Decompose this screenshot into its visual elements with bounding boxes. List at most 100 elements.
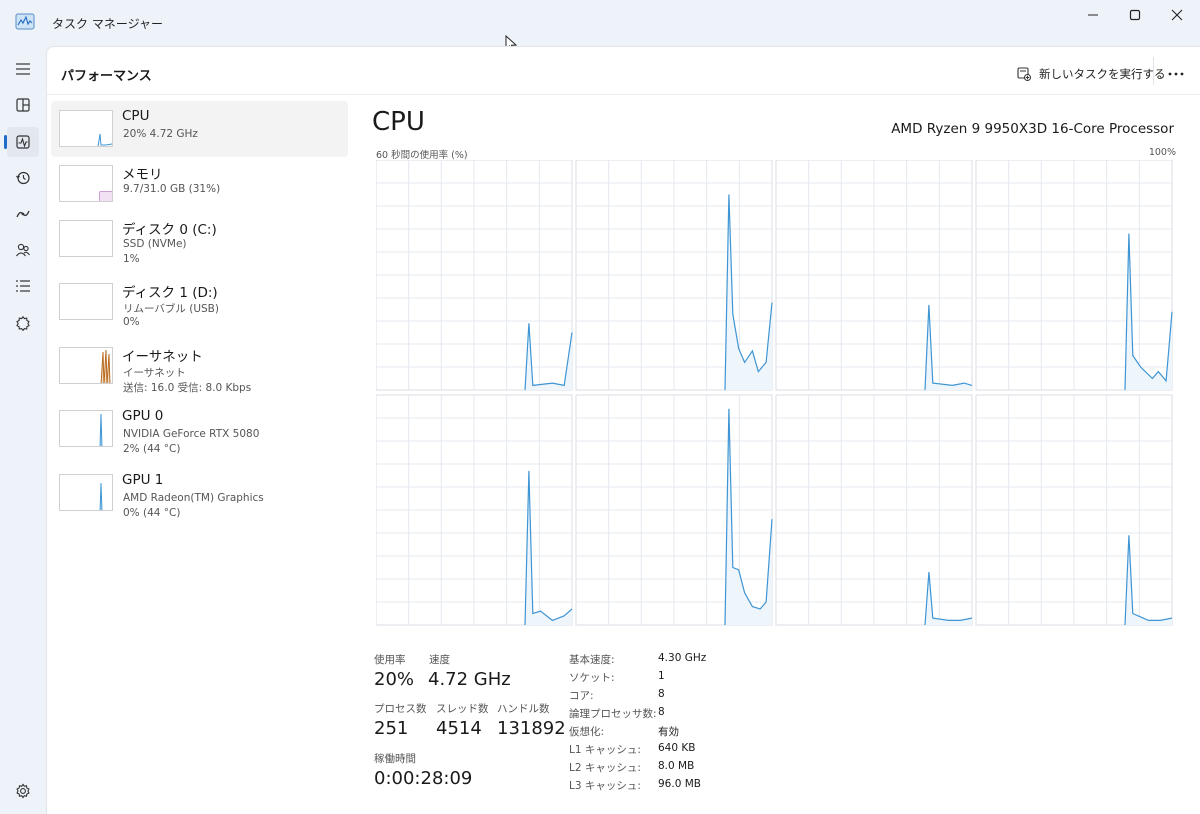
usage-label: 使用率	[374, 654, 406, 666]
minimize-icon	[1088, 14, 1098, 16]
maximize-button[interactable]	[1114, 0, 1156, 30]
nav-startup-apps[interactable]	[7, 199, 39, 229]
spec-value-sockets: 1	[658, 670, 665, 682]
main-content-panel: パフォーマンス 新しいタスクを実行する CPU 20% 4.72 GHz メモリ	[46, 46, 1200, 814]
title-bar[interactable]: タスク マネージャー	[0, 0, 1200, 53]
device-detail: AMD Radeon(TM) Graphics	[123, 492, 264, 504]
spec-value-virtualization: 有効	[658, 726, 679, 738]
maximize-icon	[1129, 9, 1141, 21]
spec-label-logical-processors: 論理プロセッサ数:	[569, 708, 657, 720]
device-thumbnail-disk0	[59, 220, 113, 257]
spec-label-cores: コア:	[569, 690, 594, 702]
cpu-core-graph	[975, 160, 1173, 391]
page-title: パフォーマンス	[61, 69, 152, 84]
uptime-value: 0:00:28:09	[374, 768, 473, 789]
usage-value: 20%	[374, 669, 415, 690]
device-usage: 0% (44 °C)	[123, 507, 181, 519]
cpu-core-graph	[376, 160, 573, 391]
details-icon	[16, 280, 30, 292]
device-name: GPU 0	[122, 408, 164, 424]
spec-label-sockets: ソケット:	[569, 672, 615, 684]
run-task-icon	[1017, 67, 1031, 81]
cpu-core-graphs	[376, 160, 1173, 626]
spec-label-l2-cache: L2 キャッシュ:	[569, 762, 641, 774]
users-icon	[16, 243, 30, 257]
cpu-core-graph	[775, 394, 973, 626]
handles-value: 131892	[497, 718, 566, 739]
settings-gear-icon	[16, 783, 30, 799]
spec-label-l1-cache: L1 キャッシュ:	[569, 744, 641, 756]
speed-label: 速度	[429, 654, 450, 666]
nav-performance[interactable]	[4, 127, 39, 157]
cpu-core-graph	[575, 394, 773, 626]
spec-value-cores: 8	[658, 688, 665, 700]
cpu-core-graph	[575, 160, 773, 391]
device-item-gpu1[interactable]: GPU 1 AMD Radeon(TM) Graphics 0% (44 °C)	[51, 465, 348, 521]
header-divider	[1153, 57, 1154, 85]
close-icon	[1171, 9, 1183, 21]
cpu-core-graph	[775, 160, 973, 391]
threads-value: 4514	[436, 718, 482, 739]
device-usage: 送信: 16.0 受信: 8.0 Kbps	[123, 382, 252, 394]
handles-label: ハンドル数	[497, 703, 550, 715]
spec-value-l3-cache: 96.0 MB	[658, 778, 701, 790]
spec-label-virtualization: 仮想化:	[569, 726, 605, 738]
startup-apps-icon	[16, 210, 30, 218]
device-name: ディスク 0 (C:)	[122, 222, 217, 238]
device-detail: リムーバブル (USB)	[123, 303, 219, 315]
device-usage: 1%	[123, 253, 140, 265]
more-options-button[interactable]	[1161, 61, 1191, 87]
device-detail: SSD (NVMe)	[123, 238, 187, 250]
close-button[interactable]	[1156, 0, 1198, 30]
minimize-button[interactable]	[1072, 0, 1114, 30]
uptime-label: 稼働時間	[374, 753, 416, 765]
nav-services[interactable]	[7, 308, 39, 338]
speed-value: 4.72 GHz	[428, 669, 511, 690]
hamburger-menu-button[interactable]	[7, 54, 39, 84]
spec-value-l1-cache: 640 KB	[658, 742, 696, 754]
device-detail: NVIDIA GeForce RTX 5080	[123, 428, 260, 440]
spec-value-base-speed: 4.30 GHz	[658, 652, 707, 664]
header-divider-line	[47, 94, 1200, 95]
cpu-model-name: AMD Ryzen 9 9950X3D 16-Core Processor	[891, 121, 1174, 137]
cpu-core-graph	[975, 394, 1173, 626]
device-thumbnail-disk1	[59, 283, 113, 320]
settings-button[interactable]	[7, 776, 39, 806]
processes-icon	[16, 98, 30, 112]
spec-value-logical-processors: 8	[658, 706, 665, 718]
run-task-label: 新しいタスクを実行する	[1039, 67, 1166, 81]
processes-value: 251	[374, 718, 409, 739]
cpu-core-graph	[376, 394, 573, 626]
task-manager-app-icon	[15, 13, 35, 30]
navigation-rail	[0, 46, 46, 814]
run-new-task-button[interactable]: 新しいタスクを実行する	[1017, 61, 1166, 87]
nav-users[interactable]	[7, 235, 39, 265]
performance-icon	[16, 135, 30, 149]
hamburger-menu-icon	[16, 63, 30, 75]
graph-max-label: 100%	[1148, 147, 1176, 158]
spec-value-l2-cache: 8.0 MB	[658, 760, 695, 772]
processes-label: プロセス数	[374, 703, 427, 715]
device-detail: イーサネット	[123, 367, 186, 379]
device-item-ethernet[interactable]: イーサネット イーサネット 送信: 16.0 受信: 8.0 Kbps	[51, 338, 348, 394]
device-thumbnail-gpu0	[59, 410, 113, 447]
device-item-gpu0[interactable]: GPU 0 NVIDIA GeForce RTX 5080 2% (44 °C)	[51, 401, 348, 457]
nav-processes[interactable]	[7, 90, 39, 120]
more-options-icon	[1168, 72, 1184, 76]
app-history-icon	[16, 171, 30, 185]
device-thumbnail-gpu1	[59, 474, 113, 511]
nav-details[interactable]	[7, 271, 39, 301]
device-name: メモリ	[122, 167, 163, 183]
device-usage: 2% (44 °C)	[123, 443, 181, 455]
device-name: GPU 1	[122, 472, 164, 488]
device-item-memory[interactable]: メモリ 9.7/31.0 GB (31%)	[51, 156, 348, 212]
device-name: イーサネット	[122, 349, 203, 365]
nav-app-history[interactable]	[7, 163, 39, 193]
device-item-disk1[interactable]: ディスク 1 (D:) リムーバブル (USB) 0%	[51, 274, 348, 330]
device-item-disk0[interactable]: ディスク 0 (C:) SSD (NVMe) 1%	[51, 211, 348, 267]
device-thumbnail-ethernet	[59, 347, 113, 384]
window-title: タスク マネージャー	[52, 17, 163, 31]
device-name: ディスク 1 (D:)	[122, 285, 218, 301]
task-manager-window: タスク マネージャー パフォーマンス 新しいタスクを実行する CPU 20% 4…	[0, 0, 1200, 814]
device-detail: 9.7/31.0 GB (31%)	[123, 183, 221, 195]
